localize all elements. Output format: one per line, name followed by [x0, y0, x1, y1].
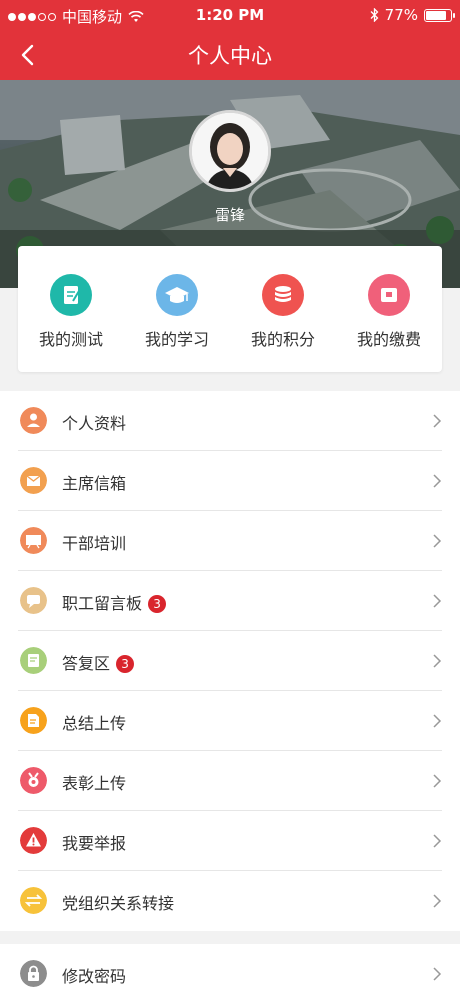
bluetooth-icon	[370, 8, 379, 22]
message-board-icon	[20, 587, 47, 614]
menu-item-label: 修改密码	[62, 967, 127, 986]
chevron-right-icon	[433, 967, 442, 981]
menu-item-label: 个人资料	[62, 414, 127, 433]
mailbox-icon	[20, 467, 47, 494]
medal-icon	[20, 767, 47, 794]
lock-icon	[20, 960, 47, 987]
quick-action-my-points[interactable]: 我的积分	[230, 246, 336, 372]
chevron-right-icon	[433, 594, 442, 608]
menu-item-change-password[interactable]: 修改密码	[0, 944, 460, 996]
menu-item-commendation-upload[interactable]: 表彰上传	[0, 751, 460, 811]
chevron-right-icon	[433, 894, 442, 908]
header: 中国移动 1:20 PM 77% 个人中心	[0, 0, 460, 80]
quick-action-label: 我的学习	[144, 330, 209, 349]
wallet-icon	[368, 274, 410, 316]
menu-item-label: 我要举报	[62, 834, 127, 853]
menu-item-profile[interactable]: 个人资料	[0, 391, 460, 451]
chevron-right-icon	[433, 474, 442, 488]
quick-action-my-payment[interactable]: 我的缴费	[336, 246, 442, 372]
warning-icon	[20, 827, 47, 854]
menu-item-label: 党组织关系转接	[62, 894, 175, 913]
menu-item-label: 职工留言板	[62, 594, 143, 613]
quick-action-label: 我的积分	[250, 330, 315, 349]
menu-item-reply-area[interactable]: 答复区 3	[0, 631, 460, 691]
chevron-right-icon	[433, 774, 442, 788]
menu-item-label: 表彰上传	[62, 774, 127, 793]
quick-action-my-test[interactable]: 我的测试	[18, 246, 124, 372]
chevron-right-icon	[433, 654, 442, 668]
quick-action-my-study[interactable]: 我的学习	[124, 246, 230, 372]
coin-stack-icon	[262, 274, 304, 316]
menu-list: 个人资料 主席信箱 干部培训 职工留言板 3 答复区 3 总结上传 表彰上传 我…	[0, 391, 460, 931]
status-bar: 中国移动 1:20 PM 77%	[0, 0, 460, 30]
training-board-icon	[20, 527, 47, 554]
menu-item-summary-upload[interactable]: 总结上传	[0, 691, 460, 751]
battery-icon	[424, 8, 455, 22]
menu-item-chairman-mailbox[interactable]: 主席信箱	[0, 451, 460, 511]
user-name: 雷锋	[214, 206, 245, 224]
chevron-right-icon	[433, 414, 442, 428]
reply-doc-icon	[20, 647, 47, 674]
summary-upload-icon	[20, 707, 47, 734]
chevron-right-icon	[433, 534, 442, 548]
menu-item-label: 主席信箱	[62, 474, 127, 493]
page-title: 个人中心	[188, 44, 272, 68]
battery-percent: 77%	[384, 6, 418, 24]
menu-item-label: 答复区	[62, 654, 111, 673]
graduation-cap-icon	[156, 274, 198, 316]
quick-action-label: 我的测试	[38, 330, 103, 349]
quick-actions-card: 我的测试 我的学习 我的积分 我的缴费	[18, 246, 442, 372]
edit-note-icon	[50, 274, 92, 316]
menu-item-label: 干部培训	[62, 534, 127, 553]
user-portrait	[192, 113, 268, 189]
settings-list: 修改密码	[0, 944, 460, 996]
profile-card-icon	[20, 407, 47, 434]
menu-item-party-transfer[interactable]: 党组织关系转接	[0, 871, 460, 931]
chevron-right-icon	[433, 834, 442, 848]
menu-item-message-board[interactable]: 职工留言板 3	[0, 571, 460, 631]
menu-item-cadre-training[interactable]: 干部培训	[0, 511, 460, 571]
nav-bar: 个人中心	[0, 30, 460, 80]
quick-action-label: 我的缴费	[356, 330, 421, 349]
menu-item-report[interactable]: 我要举报	[0, 811, 460, 871]
unread-badge: 3	[148, 595, 167, 613]
chevron-right-icon	[433, 714, 442, 728]
transfer-arrows-icon	[20, 887, 47, 914]
unread-badge: 3	[116, 655, 135, 673]
avatar[interactable]	[189, 110, 271, 192]
menu-item-label: 总结上传	[62, 714, 127, 733]
